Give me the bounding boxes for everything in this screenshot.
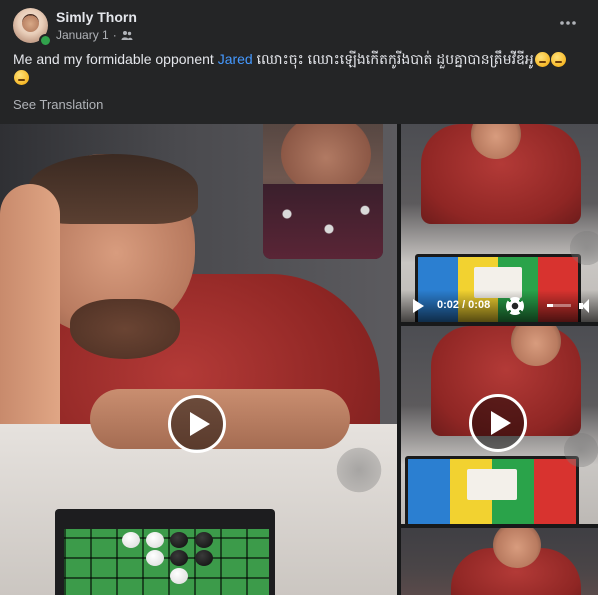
black-piece: [195, 550, 213, 566]
author-name[interactable]: Simly Thorn: [56, 9, 137, 25]
middle-right-video[interactable]: [401, 326, 598, 524]
post-meta: January 1 ·: [56, 28, 133, 42]
main-video[interactable]: [0, 124, 397, 595]
bottom-right-video[interactable]: [401, 528, 598, 595]
white-piece: [146, 550, 164, 566]
video-controls: 0:02 / 0:08: [401, 290, 598, 322]
play-icon: [490, 411, 511, 435]
black-piece: [170, 550, 188, 566]
online-status-dot: [39, 34, 52, 47]
see-translation-link[interactable]: See Translation: [13, 97, 103, 112]
scrubber-knob[interactable]: [561, 430, 598, 470]
progress-bar[interactable]: [547, 304, 571, 307]
rolling-eyes-emoji-icon: [550, 52, 566, 67]
pleading-face-emoji-icon: [14, 70, 29, 85]
camera-inset: [263, 124, 383, 259]
more-horizontal-icon: [560, 21, 576, 25]
black-piece: [170, 532, 188, 548]
mid-video-play-button[interactable]: [469, 394, 527, 452]
scrubber-knob[interactable]: [333, 444, 385, 496]
main-video-play-button[interactable]: [168, 395, 226, 453]
video-time: 0:02 / 0:08: [437, 299, 491, 311]
othello-grid: [64, 529, 269, 595]
post-header: Simly Thorn January 1 ·: [13, 8, 585, 47]
speaker-icon[interactable]: [579, 299, 593, 313]
sorry-board: [405, 456, 579, 524]
white-piece: [122, 532, 140, 548]
post-message: Me and my formidable opponent Jared ឈោះច…: [13, 50, 588, 86]
sad-face-emoji-icon: [534, 52, 550, 67]
play-icon[interactable]: [413, 299, 424, 313]
post-date[interactable]: January 1: [56, 28, 109, 42]
media-grid: 0:02 / 0:08: [0, 124, 598, 595]
friends-icon[interactable]: [121, 29, 133, 41]
meta-separator: ·: [112, 28, 117, 42]
video-beard: [70, 299, 180, 359]
post-text-khmer: ឈោះចុះ ឈោះឡើងកើតកូរីងបាត់ ដួបគ្នាបានត្រឹ…: [252, 51, 534, 67]
white-piece: [170, 568, 188, 584]
white-piece: [146, 532, 164, 548]
post-text-start: Me and my formidable opponent: [13, 51, 218, 67]
inset-sweater: [263, 184, 383, 259]
black-piece: [195, 532, 213, 548]
more-options-button[interactable]: [555, 10, 581, 36]
play-icon: [189, 412, 210, 436]
mention-link[interactable]: Jared: [218, 51, 253, 67]
gear-icon[interactable]: [506, 297, 524, 315]
progress-fill: [547, 304, 553, 307]
